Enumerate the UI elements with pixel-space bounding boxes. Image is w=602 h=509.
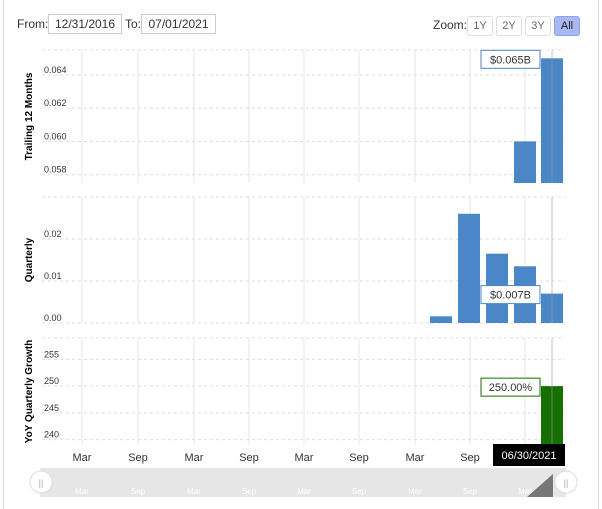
- navigator-tick-label: Mar: [187, 487, 201, 496]
- tooltip-text: $0.007B: [490, 290, 531, 302]
- y-tick-label: 245: [44, 403, 59, 413]
- grip-icon: ||: [564, 478, 569, 488]
- y-tick-label: 0.060: [44, 131, 67, 141]
- hover-date-label: 06/30/2021: [501, 450, 556, 462]
- y-tick-label: 240: [44, 430, 59, 440]
- navigator-tick-label: Mar: [408, 487, 422, 496]
- y-tick-label: 0.01: [44, 271, 62, 281]
- y-tick-label: 0.062: [44, 98, 67, 108]
- x-tick-label: Mar: [406, 452, 425, 464]
- bar: [458, 213, 480, 323]
- y-axis-title: Trailing 12 Months: [24, 72, 35, 160]
- x-tick-label: Sep: [128, 452, 148, 464]
- navigator-tick-label: Sep: [352, 487, 367, 496]
- y-tick-label: 0.064: [44, 65, 67, 75]
- grip-icon: ||: [39, 478, 44, 488]
- tooltip-text: $0.065B: [490, 54, 531, 66]
- chart-widget: From: 12/31/2016 To: 07/01/2021 Zoom: 1Y…: [0, 0, 602, 509]
- navigator-tick-label: Sep: [131, 487, 146, 496]
- y-tick-label: 250: [44, 376, 59, 386]
- x-tick-label: Sep: [239, 452, 259, 464]
- x-tick-label: Mar: [73, 452, 92, 464]
- x-tick-label: Mar: [185, 452, 204, 464]
- chart-svg: 0.058 0.060 0.062 0.064 Trailing 12 Months $0…: [24, 49, 578, 497]
- y-axis-title: YoY Quarterly Growth: [24, 340, 35, 444]
- navigator-tick-label: Sep: [463, 487, 478, 496]
- x-tick-label: Sep: [460, 452, 480, 464]
- bar: [514, 141, 536, 183]
- x-tick-label: Mar: [295, 452, 314, 464]
- y-tick-label: 255: [44, 349, 59, 359]
- navigator-tick-label: Sep: [242, 487, 257, 496]
- y-tick-label: 0.02: [44, 229, 62, 239]
- navigator-tick-label: Mar: [297, 487, 311, 496]
- bar: [430, 316, 452, 323]
- x-tick-label: Sep: [349, 452, 369, 464]
- navigator-tick-label: Mar: [75, 487, 89, 496]
- y-axis-title: Quarterly: [24, 237, 35, 282]
- y-tick-label: 0.058: [44, 165, 67, 175]
- y-tick-label: 0.00: [44, 313, 62, 323]
- tooltip-text: 250.00%: [489, 382, 533, 394]
